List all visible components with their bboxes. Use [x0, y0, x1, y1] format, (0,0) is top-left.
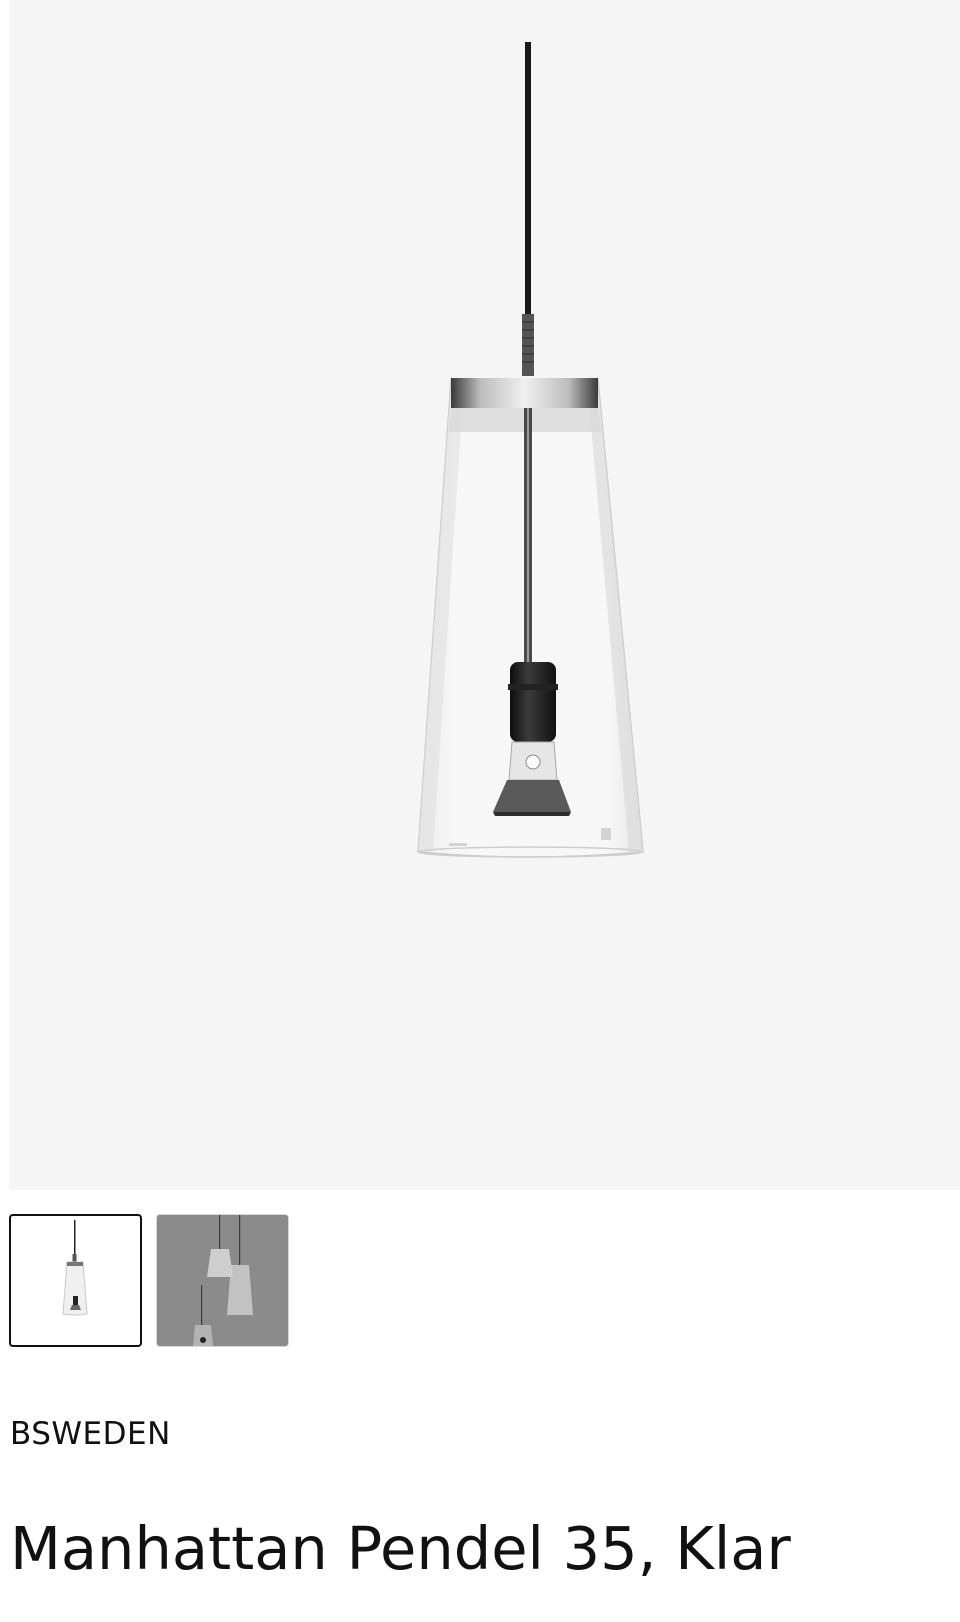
- product-brand[interactable]: BSWEDEN: [10, 1416, 171, 1452]
- image-thumbnails: [9, 1214, 289, 1347]
- thumbnail-pendant-single[interactable]: [9, 1214, 142, 1347]
- product-main-image[interactable]: [9, 0, 960, 1190]
- pendant-lamp-thumbnail-icon: [62, 1220, 88, 1316]
- product-page: BSWEDEN Manhattan Pendel 35, Klar: [0, 0, 960, 1622]
- pendant-lamp-illustration: [417, 42, 644, 858]
- pendant-lamps-group-icon: [157, 1215, 288, 1346]
- thumbnail-pendant-group[interactable]: [156, 1214, 289, 1347]
- product-title: Manhattan Pendel 35, Klar: [10, 1514, 791, 1583]
